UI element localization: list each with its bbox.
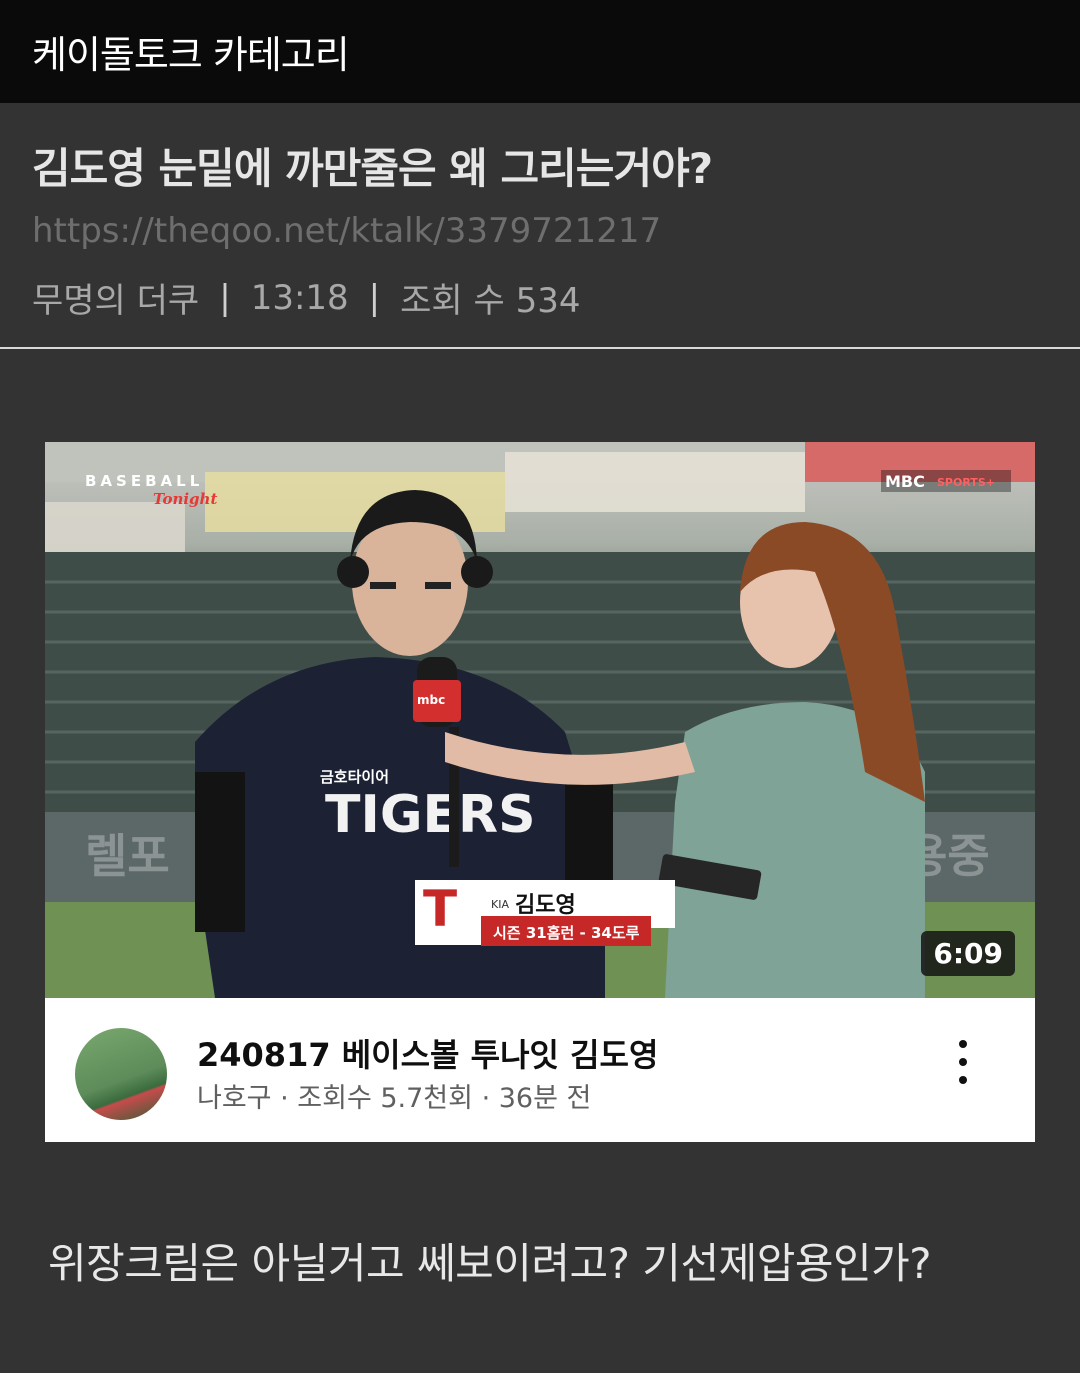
youtube-embed-card[interactable]: 렐포 용중 TIGERS 금호타이어 mbc BASEBALL Tonight … (45, 442, 1035, 1142)
post-meta: 무명의 더쿠 | 13:18 | 조회 수 534 (32, 273, 581, 322)
video-title[interactable]: 240817 베이스볼 투나잇 김도영 (197, 1030, 658, 1076)
svg-text:KIA: KIA (491, 898, 509, 911)
post-url[interactable]: https://theqoo.net/ktalk/3379721217 (32, 211, 661, 251)
post-author[interactable]: 무명의 더쿠 (32, 273, 199, 322)
video-duration-badge: 6:09 (921, 931, 1015, 976)
svg-text:김도영: 김도영 (515, 893, 576, 918)
video-thumbnail[interactable]: 렐포 용중 TIGERS 금호타이어 mbc BASEBALL Tonight … (45, 442, 1035, 998)
svg-text:TIGERS: TIGERS (325, 785, 536, 845)
channel-avatar[interactable] (75, 1028, 167, 1120)
meta-separator: | (368, 277, 381, 318)
thumbnail-scene: 렐포 용중 TIGERS 금호타이어 mbc BASEBALL Tonight … (45, 442, 1035, 998)
post-title: 김도영 눈밑에 까만줄은 왜 그리는거야? (32, 144, 713, 193)
post-time: 13:18 (250, 277, 349, 318)
more-options-icon[interactable] (943, 1040, 983, 1084)
category-title: 케이돌토크 카테고리 (32, 33, 350, 77)
category-header[interactable]: 케이돌토크 카테고리 (0, 0, 1080, 103)
video-info: 240817 베이스볼 투나잇 김도영 나호구 · 조회수 5.7천회 · 36… (45, 998, 1035, 1142)
header-divider (0, 347, 1080, 349)
post-header: 김도영 눈밑에 까만줄은 왜 그리는거야? https://theqoo.net… (0, 103, 1080, 349)
svg-text:SPORTS+: SPORTS+ (937, 476, 995, 489)
svg-text:Tonight: Tonight (153, 490, 217, 508)
post-body-text: 위장크림은 아닐거고 쎄보이려고? 기선제압용인가? (48, 1239, 932, 1288)
meta-separator: | (219, 277, 231, 318)
svg-text:시즌 31홈런 - 34도루: 시즌 31홈런 - 34도루 (493, 924, 640, 942)
video-meta: 나호구 · 조회수 5.7천회 · 36분 전 (197, 1083, 592, 1114)
svg-text:렐포: 렐포 (85, 829, 170, 883)
svg-text:MBC: MBC (885, 472, 925, 491)
post-views: 조회 수 534 (400, 281, 581, 321)
svg-text:BASEBALL: BASEBALL (85, 472, 203, 490)
svg-text:금호타이어: 금호타이어 (320, 768, 389, 786)
svg-text:T: T (423, 880, 457, 938)
svg-text:mbc: mbc (417, 693, 445, 707)
